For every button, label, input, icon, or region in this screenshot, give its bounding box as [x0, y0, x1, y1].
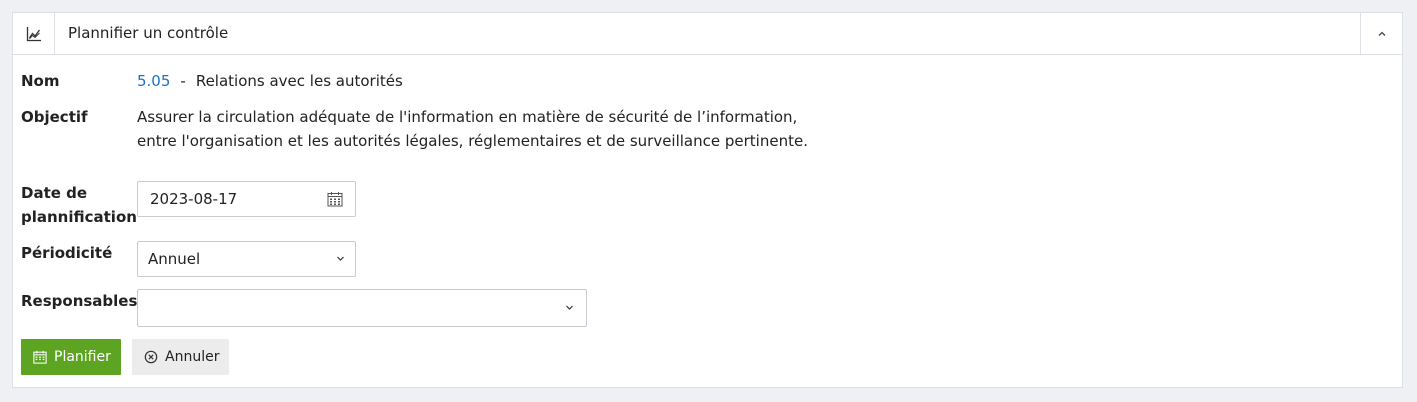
control-code-link[interactable]: 5.05: [137, 72, 170, 90]
date-label-line2: plannification: [21, 208, 137, 226]
name-label: Nom: [21, 72, 60, 90]
close-circle-icon: [144, 350, 158, 364]
plan-button-label: Planifier: [54, 349, 111, 365]
control-name: Relations avec les autorités: [195, 72, 403, 90]
date-label-line1: Date de: [21, 184, 88, 202]
name-separator: -: [180, 72, 186, 90]
responsables-select[interactable]: [137, 289, 587, 327]
planning-date-input[interactable]: 2023-08-17: [137, 181, 356, 217]
plan-control-panel: Plannifier un contrôle Nom 5.05- Relation…: [12, 12, 1403, 388]
calendar-icon: [33, 350, 47, 364]
cancel-button[interactable]: Annuler: [132, 339, 229, 375]
cancel-button-label: Annuler: [165, 349, 220, 365]
calendar-icon[interactable]: [327, 191, 343, 207]
objective-text: Assurer la circulation adéquate de l'inf…: [137, 108, 808, 150]
chevron-down-icon: [566, 305, 573, 310]
date-label: Date de plannification: [21, 181, 137, 229]
name-value: 5.05- Relations avec les autorités: [137, 69, 403, 93]
chevron-down-icon: [337, 256, 344, 261]
collapse-button[interactable]: [1360, 13, 1402, 54]
chevron-up-icon: [1378, 31, 1385, 36]
panel-title: Plannifier un contrôle: [68, 24, 229, 42]
responsables-label: Responsables: [21, 292, 138, 310]
panel-header: Plannifier un contrôle: [13, 13, 1402, 55]
periodicity-label: Périodicité: [21, 244, 113, 262]
planning-date-value: 2023-08-17: [150, 190, 238, 208]
periodicity-select[interactable]: Annuel: [137, 241, 356, 277]
objective-label: Objectif: [21, 108, 88, 126]
chart-line-icon: [13, 13, 55, 54]
plan-button[interactable]: Planifier: [21, 339, 121, 375]
periodicity-value: Annuel: [148, 250, 201, 268]
